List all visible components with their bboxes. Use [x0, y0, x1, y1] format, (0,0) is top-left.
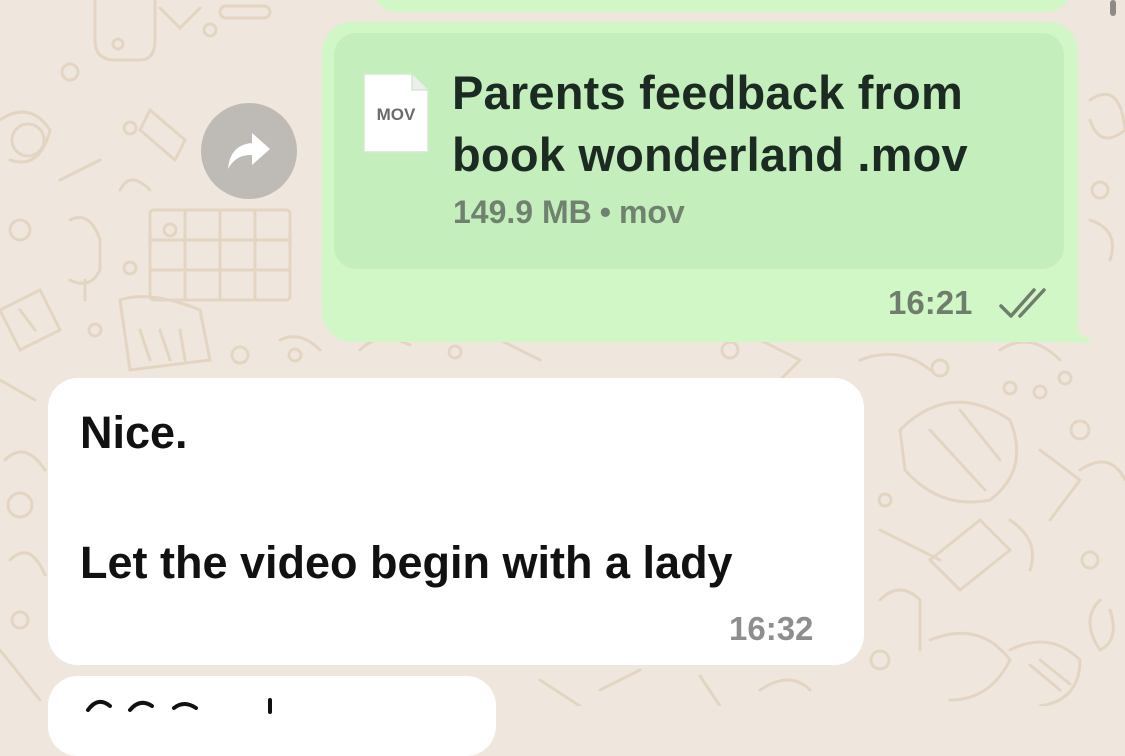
message-timestamp: 16:21 [888, 284, 973, 321]
forward-button[interactable] [201, 103, 297, 199]
file-size: 149.9 MB [453, 194, 592, 230]
scrollbar-thumb[interactable] [1110, 0, 1116, 16]
forward-arrow-icon [228, 133, 270, 169]
cut-off-text [86, 698, 272, 714]
previous-message-bubble[interactable] [372, 0, 1072, 12]
message-text: Nice. Let the video begin with a lady [80, 407, 733, 588]
double-check-icon [999, 288, 1046, 318]
file-extension: mov [618, 194, 685, 230]
file-name: Parents feedback from book wonderland .m… [452, 66, 968, 181]
meta-separator: • [599, 194, 611, 230]
next-message-bubble[interactable] [48, 676, 496, 756]
message-timestamp: 16:32 [729, 610, 814, 647]
file-document-icon: MOV [363, 73, 429, 153]
file-meta: 149.9 MB • mov [453, 194, 685, 231]
file-type-label: MOV [377, 105, 416, 124]
